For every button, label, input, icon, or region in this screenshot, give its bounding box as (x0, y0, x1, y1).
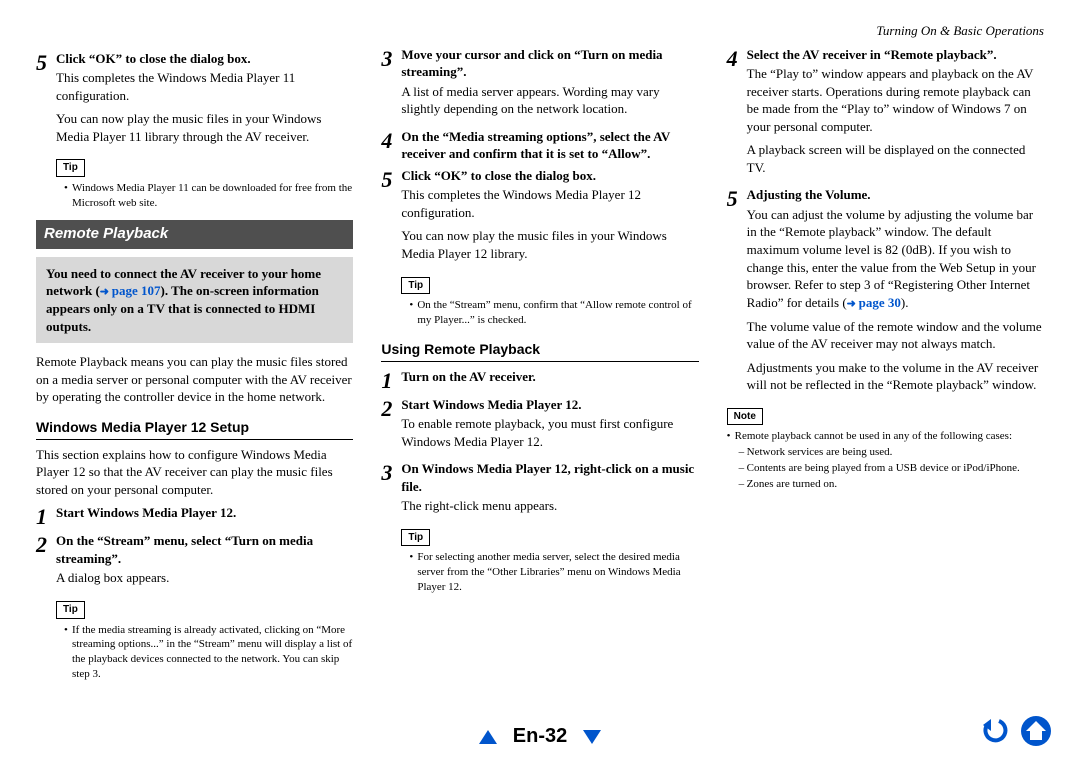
step-number: 5 (727, 188, 747, 210)
section-heading-remote-playback: Remote Playback (36, 220, 353, 248)
step-number: 1 (381, 370, 401, 392)
step-body: To enable remote playback, you must firs… (401, 415, 698, 450)
step-body: A dialog box appears. (56, 569, 353, 587)
tip-label: Tip (401, 529, 430, 547)
step-number: 2 (36, 534, 56, 556)
note-item: Network services are being used. (747, 445, 893, 460)
note-label: Note (727, 408, 763, 426)
step-body: This completes the Windows Media Player … (401, 186, 698, 221)
step-number: 1 (36, 506, 56, 528)
tip-label: Tip (56, 601, 85, 619)
page-link-30[interactable]: page 30 (847, 295, 901, 310)
remote-playback-intro: Remote Playback means you can play the m… (36, 353, 353, 406)
subheading-using-remote-playback: Using Remote Playback (381, 340, 698, 362)
page-number: En-32 (513, 725, 567, 747)
step-body: You can now play the music files in your… (401, 227, 698, 262)
callout-network-required: You need to connect the AV receiver to y… (36, 257, 353, 343)
step-number: 3 (381, 48, 401, 70)
prev-page-icon[interactable] (477, 726, 499, 748)
step-body: The volume value of the remote window an… (747, 318, 1044, 353)
step-body: A playback screen will be displayed on t… (747, 141, 1044, 176)
step-body: The “Play to” window appears and playbac… (747, 65, 1044, 135)
step-number: 2 (381, 398, 401, 420)
step-title: Move your cursor and click on “Turn on m… (401, 47, 662, 80)
step-title: On the “Media streaming options”, select… (401, 129, 670, 162)
step-body: You can adjust the volume by adjusting t… (747, 206, 1044, 312)
step-body: You can now play the music files in your… (56, 110, 353, 145)
step-body: This completes the Windows Media Player … (56, 69, 353, 104)
step-number: 4 (727, 48, 747, 70)
step-title: Start Windows Media Player 12. (56, 505, 236, 520)
subheading-intro: This section explains how to configure W… (36, 446, 353, 499)
next-page-icon[interactable] (581, 726, 603, 748)
step-title: On the “Stream” menu, select “Turn on me… (56, 533, 313, 566)
note-item: Contents are being played from a USB dev… (747, 461, 1020, 476)
note-intro: Remote playback cannot be used in any of… (735, 429, 1012, 444)
step-body: The right-click menu appears. (401, 497, 698, 515)
step-title: Click “OK” to close the dialog box. (401, 168, 596, 183)
page-link-107[interactable]: page 107 (100, 283, 161, 298)
step-number: 5 (381, 169, 401, 191)
note-item: Zones are turned on. (747, 477, 837, 492)
back-icon[interactable] (979, 715, 1011, 747)
step-title: Adjusting the Volume. (747, 187, 871, 202)
tip-label: Tip (401, 277, 430, 295)
step-body: A list of media server appears. Wording … (401, 83, 698, 118)
tip-text: On the “Stream” menu, confirm that “Allo… (417, 298, 698, 328)
tip-label: Tip (56, 159, 85, 177)
home-icon[interactable] (1020, 715, 1052, 747)
tip-text: Windows Media Player 11 can be downloade… (72, 181, 353, 211)
step-body: Adjustments you make to the volume in th… (747, 359, 1044, 394)
chapter-title: Turning On & Basic Operations (36, 22, 1044, 40)
tip-text: For selecting another media server, sele… (417, 550, 698, 595)
step-title: On Windows Media Player 12, right-click … (401, 461, 694, 494)
step-title: Select the AV receiver in “Remote playba… (747, 47, 997, 62)
tip-text: If the media streaming is already activa… (72, 623, 353, 682)
step-title: Click “OK” to close the dialog box. (56, 51, 251, 66)
step-title: Start Windows Media Player 12. (401, 397, 581, 412)
step-number: 4 (381, 130, 401, 152)
step-number: 5 (36, 52, 56, 74)
step-title: Turn on the AV receiver. (401, 369, 535, 384)
subheading-wmp12-setup: Windows Media Player 12 Setup (36, 418, 353, 440)
step-number: 3 (381, 462, 401, 484)
